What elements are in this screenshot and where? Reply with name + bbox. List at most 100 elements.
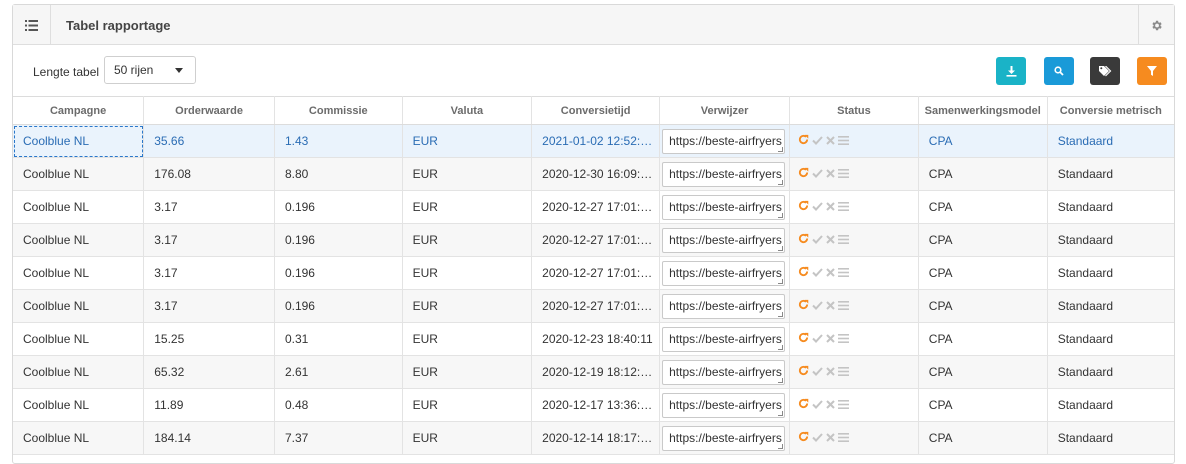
commission-cell: 0.196 — [274, 256, 403, 290]
check-icon[interactable] — [812, 431, 823, 445]
campaign-cell[interactable]: Coolblue NL — [13, 355, 145, 389]
close-icon[interactable] — [826, 299, 835, 313]
refresh-icon[interactable] — [798, 167, 809, 181]
close-icon[interactable] — [826, 332, 835, 346]
resize-handle[interactable] — [778, 212, 784, 218]
check-icon[interactable] — [812, 134, 823, 148]
menu-icon[interactable] — [838, 365, 850, 379]
column-header-conversietijd[interactable]: Conversietijd — [531, 96, 661, 125]
check-icon[interactable] — [812, 299, 823, 313]
check-icon[interactable] — [812, 266, 823, 280]
menu-icon[interactable] — [838, 299, 850, 313]
menu-icon[interactable] — [838, 332, 850, 346]
referrer-textarea[interactable]: https://beste-airfryers — [662, 326, 786, 352]
column-header-status[interactable]: Status — [789, 96, 919, 125]
referrer-textarea[interactable]: https://beste-airfryers — [662, 425, 786, 451]
column-header-commissie[interactable]: Commissie — [274, 96, 403, 125]
resize-handle[interactable] — [778, 377, 784, 383]
settings-button[interactable] — [1138, 5, 1174, 45]
menu-icon[interactable] — [838, 167, 850, 181]
column-header-samenwerkingsmodel[interactable]: Samenwerkingsmodel — [918, 96, 1048, 125]
referrer-textarea[interactable]: https://beste-airfryers — [662, 392, 786, 418]
campaign-cell[interactable]: Coolblue NL — [13, 322, 145, 356]
refresh-icon[interactable] — [798, 200, 809, 214]
close-icon[interactable] — [826, 266, 835, 280]
table-row[interactable]: Coolblue NL 15.25 0.31 EUR 2020-12-23 18:40:… — [13, 322, 1174, 356]
resize-handle[interactable] — [778, 443, 784, 449]
column-header-orderwaarde[interactable]: Orderwaarde — [143, 96, 275, 125]
check-icon[interactable] — [812, 233, 823, 247]
referrer-textarea[interactable]: https://beste-airfryers — [662, 161, 786, 187]
close-icon[interactable] — [826, 233, 835, 247]
campaign-cell[interactable]: Coolblue NL — [13, 388, 145, 422]
table-row[interactable]: Coolblue NL 3.17 0.196 EUR 2020-12-27 17:01:… — [13, 256, 1174, 290]
refresh-icon[interactable] — [798, 233, 809, 247]
campaign-cell[interactable]: Coolblue NL — [13, 157, 145, 191]
table-row[interactable]: Coolblue NL 3.17 0.196 EUR 2020-12-27 17:01:… — [13, 190, 1174, 224]
campaign-cell[interactable]: Coolblue NL — [13, 256, 145, 290]
referrer-textarea[interactable]: https://beste-airfryers — [662, 128, 786, 154]
referrer-textarea[interactable]: https://beste-airfryers — [662, 194, 786, 220]
check-icon[interactable] — [812, 200, 823, 214]
column-header-conversie-metrisch[interactable]: Conversie metrisch — [1047, 96, 1174, 125]
close-icon[interactable] — [826, 134, 835, 148]
table-row[interactable]: Coolblue NL 11.89 0.48 EUR 2020-12-17 13:36:… — [13, 388, 1174, 422]
resize-handle[interactable] — [778, 410, 784, 416]
close-icon[interactable] — [826, 200, 835, 214]
order-value-cell: 176.08 — [143, 157, 275, 191]
panel-menu-button[interactable] — [13, 5, 51, 45]
check-icon[interactable] — [812, 167, 823, 181]
refresh-icon[interactable] — [798, 299, 809, 313]
refresh-icon[interactable] — [798, 431, 809, 445]
table-row[interactable]: Coolblue NL 35.66 1.43 EUR 2021-01-02 12:52:… — [13, 124, 1174, 158]
menu-icon[interactable] — [838, 134, 850, 148]
menu-icon[interactable] — [838, 233, 850, 247]
table-row[interactable]: Coolblue NL 184.14 7.37 EUR 2020-12-14 18:17… — [13, 421, 1174, 455]
column-header-verwijzer[interactable]: Verwijzer — [659, 96, 791, 125]
tags-button[interactable] — [1090, 57, 1120, 85]
refresh-icon[interactable] — [798, 398, 809, 412]
resize-handle[interactable] — [778, 179, 784, 185]
refresh-icon[interactable] — [798, 266, 809, 280]
menu-icon[interactable] — [838, 266, 850, 280]
table-row[interactable]: Coolblue NL 3.17 0.196 EUR 2020-12-27 17:01:… — [13, 223, 1174, 257]
column-header-campagne[interactable]: Campagne — [13, 96, 145, 125]
table-row[interactable]: Coolblue NL 65.32 2.61 EUR 2020-12-19 18:12:… — [13, 355, 1174, 389]
filter-button[interactable] — [1137, 57, 1167, 85]
campaign-cell[interactable]: Coolblue NL — [13, 124, 145, 158]
referrer-textarea[interactable]: https://beste-airfryers — [662, 227, 786, 253]
menu-icon[interactable] — [838, 431, 850, 445]
campaign-cell[interactable]: Coolblue NL — [13, 421, 145, 455]
list-icon — [25, 19, 38, 31]
table-row[interactable]: Coolblue NL 176.08 8.80 EUR 2020-12-30 16:09… — [13, 157, 1174, 191]
resize-handle[interactable] — [778, 245, 784, 251]
check-icon[interactable] — [812, 398, 823, 412]
referrer-textarea[interactable]: https://beste-airfryers — [662, 359, 786, 385]
referrer-textarea[interactable]: https://beste-airfryers — [662, 260, 786, 286]
refresh-icon[interactable] — [798, 134, 809, 148]
resize-handle[interactable] — [778, 344, 784, 350]
close-icon[interactable] — [826, 431, 835, 445]
resize-handle[interactable] — [778, 311, 784, 317]
campaign-cell[interactable]: Coolblue NL — [13, 223, 145, 257]
close-icon[interactable] — [826, 365, 835, 379]
column-header-valuta[interactable]: Valuta — [402, 96, 533, 125]
campaign-cell[interactable]: Coolblue NL — [13, 289, 145, 323]
check-icon[interactable] — [812, 365, 823, 379]
download-button[interactable] — [996, 57, 1026, 85]
menu-icon[interactable] — [838, 398, 850, 412]
conversion-time-cell: 2020-12-14 18:17:… — [531, 421, 661, 455]
check-icon[interactable] — [812, 332, 823, 346]
resize-handle[interactable] — [778, 278, 784, 284]
resize-handle[interactable] — [778, 146, 784, 152]
close-icon[interactable] — [826, 398, 835, 412]
campaign-cell[interactable]: Coolblue NL — [13, 190, 145, 224]
table-length-select[interactable]: 50 rijen — [104, 56, 196, 84]
search-button[interactable] — [1044, 57, 1074, 85]
close-icon[interactable] — [826, 167, 835, 181]
table-row[interactable]: Coolblue NL 3.17 0.196 EUR 2020-12-27 17:01:… — [13, 289, 1174, 323]
referrer-textarea[interactable]: https://beste-airfryers — [662, 293, 786, 319]
refresh-icon[interactable] — [798, 332, 809, 346]
menu-icon[interactable] — [838, 200, 850, 214]
refresh-icon[interactable] — [798, 365, 809, 379]
